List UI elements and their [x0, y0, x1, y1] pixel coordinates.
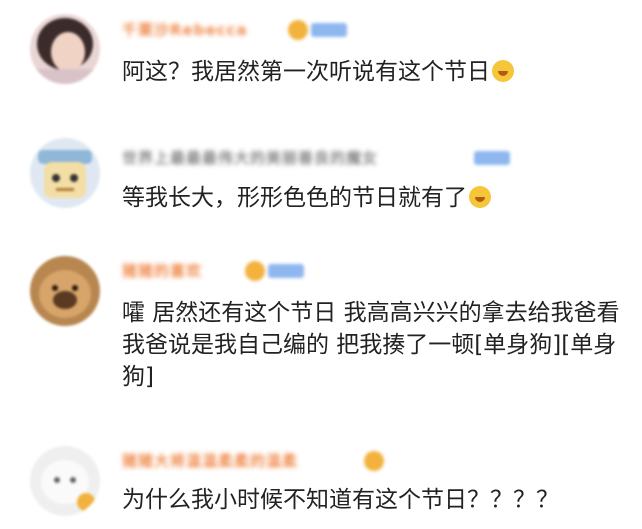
comment-text-content: 嚯 居然还有这个节日 我高高兴兴的拿去给我爸看 我爸说是我自己编的 把我揍了一顿…: [122, 300, 627, 390]
user-badges: [364, 450, 384, 472]
avatar[interactable]: [30, 138, 100, 208]
user-badges: [245, 260, 304, 282]
comment-text-content: 等我长大，形形色色的节日就有了: [122, 185, 467, 211]
comment-text: 嚯 居然还有这个节日 我高高兴兴的拿去给我爸看 我爸说是我自己编的 把我揍了一顿…: [122, 297, 632, 393]
avatar[interactable]: [30, 14, 100, 84]
comment-text: 阿这？我居然第一次听说有这个节日: [122, 56, 632, 88]
avatar[interactable]: [30, 256, 100, 326]
laughing-crying-emoji-icon: [492, 60, 514, 82]
username[interactable]: 千栗沙Rebecca: [122, 18, 248, 42]
comment-text: 等我长大，形形色色的节日就有了: [122, 182, 632, 214]
comment-text-content: 为什么我小时候不知道有这个节日？？？？: [122, 487, 559, 513]
crown-icon: [288, 20, 308, 40]
vip-badge-icon: [311, 23, 347, 37]
username[interactable]: 猪猪的喜欢: [122, 259, 202, 283]
username[interactable]: 猪猪大将温温柔柔的温柔: [122, 449, 298, 473]
vip-badge-icon: [474, 151, 510, 165]
comment-text: 为什么我小时候不知道有这个节日？？？？: [122, 484, 632, 516]
user-badges: [288, 19, 347, 41]
hug-emoji-icon: [469, 186, 491, 208]
crown-icon: [245, 261, 265, 281]
vip-badge-icon: [268, 264, 304, 278]
user-badges: [474, 147, 510, 169]
username[interactable]: 世界上最最最伟大的美丽善良的魔女: [122, 146, 378, 170]
crown-icon: [364, 451, 384, 471]
avatar[interactable]: [30, 446, 100, 516]
comment-text-content: 阿这？我居然第一次听说有这个节日: [122, 59, 490, 85]
